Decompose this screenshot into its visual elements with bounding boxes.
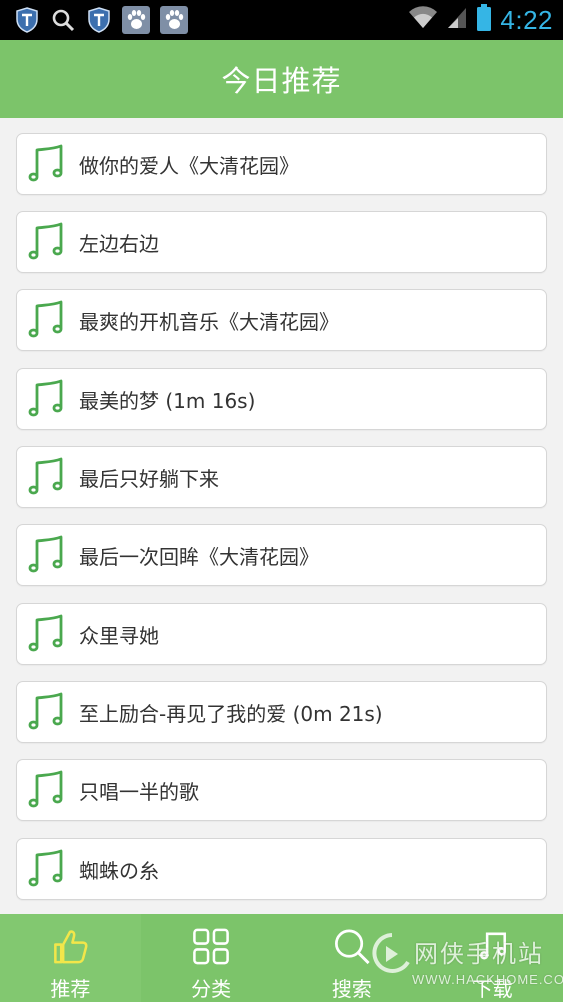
battery-icon: [476, 4, 492, 36]
nav-item-search[interactable]: 搜索: [282, 914, 423, 1002]
nav-item-recommend[interactable]: 推荐: [0, 914, 141, 1002]
status-bar: 4:22: [0, 0, 563, 40]
shield-icon: [14, 7, 40, 33]
nav-item-category[interactable]: 分类: [141, 914, 282, 1002]
nav-label: 搜索: [331, 977, 372, 1001]
nav-label: 推荐: [50, 977, 91, 1001]
nav-label: 分类: [191, 977, 232, 1001]
song-list-item[interactable]: 最后只好躺下来: [16, 446, 547, 508]
song-list-item[interactable]: 至上励合-再见了我的爱 (0m 21s): [16, 681, 547, 743]
bottom-nav: 推荐 分类 搜索 下载: [0, 914, 563, 1002]
music-note-icon: [28, 222, 63, 260]
title-bar: 今日推荐: [0, 40, 563, 118]
search-icon: [50, 7, 76, 33]
shield-icon: [86, 7, 112, 33]
wifi-icon: [408, 6, 438, 34]
music-note-icon: [28, 535, 63, 573]
signal-icon: [446, 6, 468, 34]
song-title: 做你的爱人《大清花园》: [79, 153, 299, 178]
song-list-item[interactable]: 只唱一半的歌: [16, 759, 547, 821]
song-list-item[interactable]: 最后一次回眸《大清花园》: [16, 524, 547, 586]
baidu-paw-icon: [122, 6, 150, 34]
song-title: 只唱一半的歌: [79, 779, 199, 804]
music-note-icon: [28, 614, 63, 652]
song-list-item[interactable]: 众里寻她: [16, 603, 547, 665]
music-note-icon: [28, 144, 63, 182]
song-list-item[interactable]: 最爽的开机音乐《大清花园》: [16, 289, 547, 351]
thumbs-up-icon: [54, 930, 88, 964]
page-title: 今日推荐: [221, 64, 342, 98]
clock: 4:22: [500, 4, 553, 35]
song-list-item[interactable]: 做你的爱人《大清花园》: [16, 133, 547, 195]
song-title: 最后一次回眸《大清花园》: [79, 544, 319, 569]
song-title: 至上励合-再见了我的爱 (0m 21s): [79, 701, 383, 726]
music-note-icon: [28, 457, 63, 495]
nav-item-download[interactable]: 下载: [422, 914, 563, 1002]
music-note-icon: [28, 770, 63, 808]
music-note-icon: [28, 849, 63, 887]
download-icon: [479, 932, 506, 960]
song-title: 左边右边: [79, 231, 159, 256]
song-title: 最后只好躺下来: [79, 466, 219, 491]
status-system-icons: 4:22: [408, 4, 553, 36]
music-note-icon: [28, 379, 63, 417]
song-title: 蜘蛛の糸: [79, 858, 159, 883]
song-title: 最美的梦 (1m 16s): [79, 388, 256, 413]
song-title: 最爽的开机音乐《大清花园》: [79, 309, 339, 334]
grid-icon: [193, 928, 229, 965]
status-notification-icons: [14, 6, 188, 34]
search-icon: [334, 929, 370, 965]
song-title: 众里寻她: [79, 623, 159, 648]
song-list-item[interactable]: 左边右边: [16, 211, 547, 273]
music-note-icon: [28, 692, 63, 730]
song-list-item[interactable]: 蜘蛛の糸: [16, 838, 547, 900]
nav-label: 下载: [472, 977, 513, 1001]
baidu-paw-icon: [160, 6, 188, 34]
song-list[interactable]: 做你的爱人《大清花园》 左边右边最爽的开机音乐《大清花园》 最美的梦 (1m 16s…: [0, 118, 563, 914]
song-list-item[interactable]: 最美的梦 (1m 16s): [16, 368, 547, 430]
music-note-icon: [28, 300, 63, 338]
